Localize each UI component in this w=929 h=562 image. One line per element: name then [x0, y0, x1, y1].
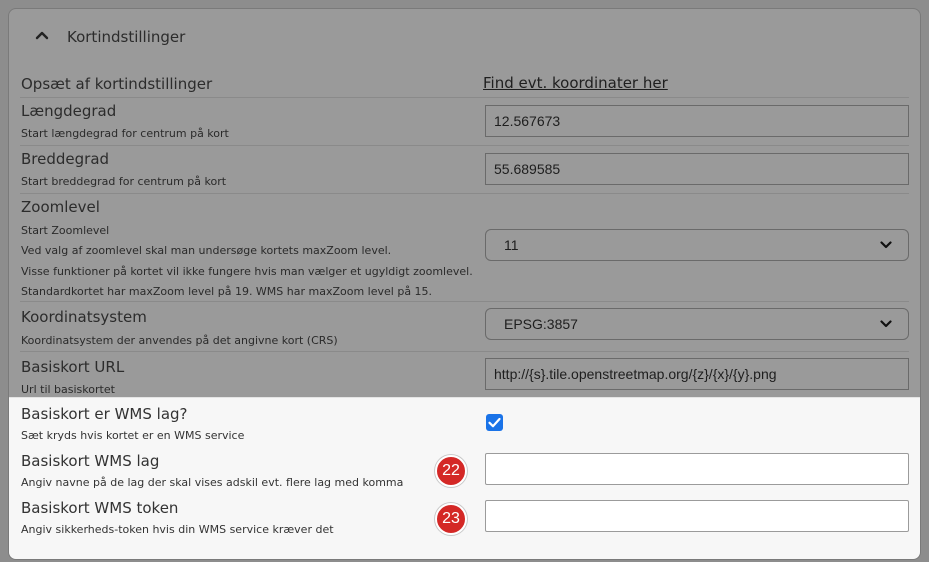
basemap-url-input[interactable]: http://{s}.tile.openstreetmap.org/{z}/{x… [485, 358, 909, 390]
wms-layers-input[interactable] [485, 453, 909, 485]
crs-help: Koordinatsystem der anvendes på det angi… [21, 334, 338, 347]
setup-label: Opsæt af kortindstillinger [21, 75, 213, 93]
longitude-label: Længdegrad [21, 102, 117, 120]
latitude-input[interactable]: 55.689585 [485, 153, 909, 185]
wms-toggle-help: Sæt kryds hvis kortet er en WMS service [21, 429, 245, 442]
step-badge-22: 22 [435, 455, 467, 487]
checkmark-icon [488, 417, 501, 428]
section-header[interactable]: Kortindstillinger [9, 9, 920, 65]
wms-layers-help: Angiv navne på de lag der skal vises ads… [21, 476, 404, 489]
wms-token-help: Angiv sikkerheds-token hvis din WMS serv… [21, 523, 334, 536]
zoom-selected-value: 11 [504, 237, 519, 253]
longitude-help: Start længdegrad for centrum på kort [21, 127, 229, 140]
crs-select[interactable]: EPSG:3857 [485, 308, 909, 340]
zoom-help-1: Start Zoomlevel [21, 224, 110, 237]
wms-layers-label: Basiskort WMS lag [21, 452, 160, 470]
chevron-up-icon[interactable] [35, 28, 49, 42]
crs-selected-value: EPSG:3857 [504, 316, 578, 332]
zoom-help-4: Standardkortet har maxZoom level på 19. … [21, 285, 433, 298]
wms-checkbox[interactable] [486, 414, 503, 431]
basemap-url-label: Basiskort URL [21, 358, 125, 376]
zoom-help-2: Ved valg af zoomlevel skal man undersøge… [21, 244, 392, 257]
step-badge-23: 23 [435, 503, 467, 535]
zoom-help-3: Visse funktioner på kortet vil ikke fung… [21, 265, 473, 278]
latitude-label: Breddegrad [21, 150, 110, 168]
crs-label: Koordinatsystem [21, 308, 147, 326]
longitude-input[interactable]: 12.567673 [485, 105, 909, 137]
chevron-down-icon [880, 320, 892, 328]
zoom-select[interactable]: 11 [485, 229, 909, 261]
wms-token-input[interactable] [485, 500, 909, 532]
chevron-down-icon [880, 241, 892, 249]
map-settings-panel: Kortindstillinger Opsæt af kortindstilli… [8, 8, 921, 560]
wms-toggle-row: Basiskort er WMS lag? Sæt kryds hvis kor… [20, 397, 909, 445]
zoom-label: Zoomlevel [21, 198, 100, 216]
basemap-url-help: Url til basiskortet [21, 383, 115, 396]
wms-token-label: Basiskort WMS token [21, 499, 179, 517]
find-coordinates-link[interactable]: Find evt. koordinater her [483, 74, 668, 92]
setup-row: Opsæt af kortindstillinger [20, 71, 909, 98]
section-title: Kortindstillinger [67, 28, 186, 46]
wms-toggle-label: Basiskort er WMS lag? [21, 405, 188, 423]
latitude-help: Start breddegrad for centrum på kort [21, 175, 227, 188]
